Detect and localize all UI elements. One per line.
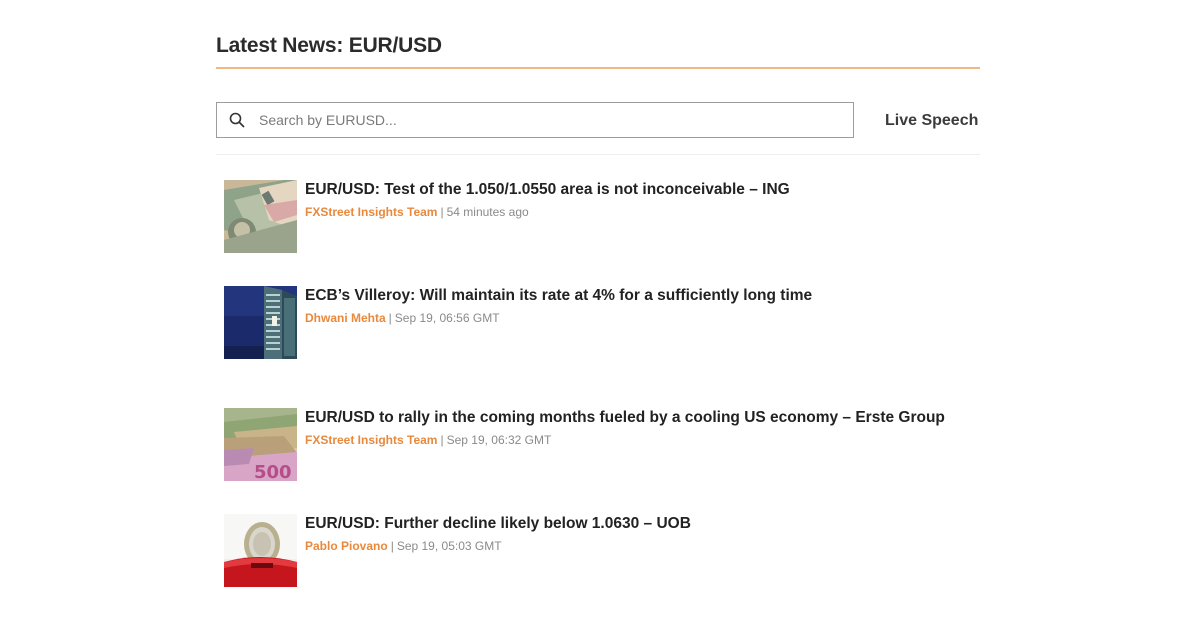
news-time: Sep 19, 06:56 GMT <box>394 311 500 325</box>
news-headline[interactable]: EUR/USD: Further decline likely below 1.… <box>305 515 691 533</box>
euro-coin-image[interactable] <box>224 514 297 587</box>
news-item[interactable]: ECB’s Villeroy: Will maintain its rate a… <box>224 286 974 360</box>
news-meta: FXStreet Insights Team | Sep 19, 06:32 GMT <box>305 433 551 447</box>
news-author[interactable]: Pablo Piovano <box>305 539 388 553</box>
title-underline <box>216 67 980 69</box>
news-meta: Pablo Piovano | Sep 19, 05:03 GMT <box>305 539 502 553</box>
news-time: Sep 19, 06:32 GMT <box>446 433 552 447</box>
meta-separator: | <box>440 205 444 219</box>
meta-separator: | <box>440 433 444 447</box>
news-meta: Dhwani Mehta | Sep 19, 06:56 GMT <box>305 311 500 325</box>
search-input[interactable] <box>259 103 839 137</box>
banknotes-dollar-image[interactable] <box>224 180 297 253</box>
news-item[interactable]: 500 EUR/USD to rally in the coming month… <box>224 408 974 482</box>
ecb-building-image[interactable] <box>224 286 297 359</box>
news-headline[interactable]: EUR/USD: Test of the 1.050/1.0550 area i… <box>305 181 790 199</box>
news-time: 54 minutes ago <box>446 205 529 219</box>
euro-banknotes-image[interactable]: 500 <box>224 408 297 481</box>
news-meta: FXStreet Insights Team | 54 minutes ago <box>305 205 529 219</box>
svg-text:500: 500 <box>254 462 292 481</box>
news-item[interactable]: EUR/USD: Test of the 1.050/1.0550 area i… <box>224 180 974 254</box>
meta-separator: | <box>388 311 392 325</box>
news-time: Sep 19, 05:03 GMT <box>396 539 502 553</box>
news-headline[interactable]: ECB’s Villeroy: Will maintain its rate a… <box>305 287 812 305</box>
news-item[interactable]: EUR/USD: Further decline likely below 1.… <box>224 514 974 588</box>
news-author[interactable]: FXStreet Insights Team <box>305 433 437 447</box>
search-box[interactable] <box>216 102 854 138</box>
page-title: Latest News: EUR/USD <box>216 34 442 57</box>
news-author[interactable]: Dhwani Mehta <box>305 311 386 325</box>
live-speech-link[interactable]: Live Speech <box>885 112 978 130</box>
search-icon <box>229 112 245 128</box>
news-author[interactable]: FXStreet Insights Team <box>305 205 437 219</box>
meta-separator: | <box>390 539 394 553</box>
news-headline[interactable]: EUR/USD to rally in the coming months fu… <box>305 409 945 427</box>
divider <box>216 154 980 155</box>
